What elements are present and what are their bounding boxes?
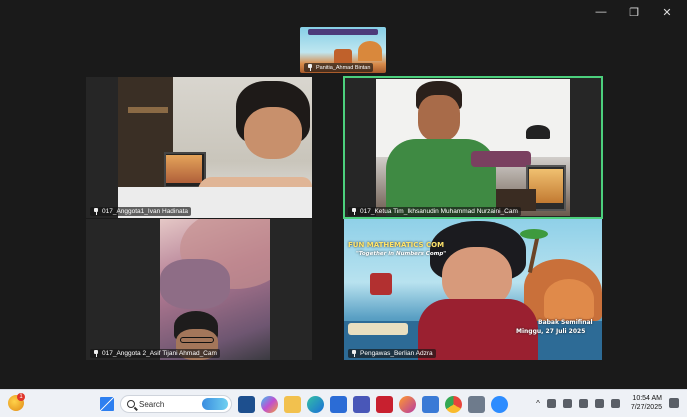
participant-name-tag: Pengawas_Berlian Adzra [348, 349, 436, 358]
participant-name-tag: 017_Ketua Tim_Ikhsanudin Muhammad Nurzai… [348, 207, 521, 216]
microsoft-store-icon[interactable] [330, 395, 347, 413]
pin-icon [351, 350, 357, 357]
copilot-icon[interactable] [261, 395, 278, 413]
taskbar-search-box[interactable]: Search [120, 395, 232, 413]
participant-tile-4[interactable]: FUN MATHEMATICS COM "Together in Numbers… [344, 219, 602, 360]
firefox-icon[interactable] [399, 395, 416, 413]
photos-icon[interactable] [422, 395, 439, 413]
taskbar-clock[interactable]: 10:54 AM 7/27/2025 [631, 394, 662, 412]
edge-icon[interactable] [307, 395, 324, 413]
poster-date: Minggu, 27 Juli 2025 [516, 328, 586, 335]
participant-tile-2-active-speaker[interactable]: 017_Ketua Tim_Ikhsanudin Muhammad Nurzai… [343, 76, 603, 219]
system-tray: ^ 10:54 AM 7/27/2025 [536, 394, 679, 412]
participant-name-tag: 017_Anggota1_Ivan Hadinata [90, 207, 192, 216]
network-icon[interactable] [546, 398, 556, 408]
microphone-icon[interactable] [562, 398, 572, 408]
screen-capture-icon[interactable] [468, 395, 485, 413]
poster-subtitle: "Together in Numbers Comp" [356, 251, 447, 257]
window-controls: — ❐ ✕ [595, 6, 673, 19]
restore-icon[interactable]: ❐ [628, 6, 640, 19]
pin-icon [351, 208, 357, 215]
participant-name-tag: Panitia_Ahmad Bintan [304, 63, 374, 72]
participant-video [160, 219, 270, 360]
self-view-tile[interactable]: Panitia_Ahmad Bintan [300, 27, 386, 73]
participant-tile-3[interactable]: 017_Anggota 2_Asif Tijani Ahmad_Cam [86, 219, 312, 360]
notification-badge: 1 [17, 393, 25, 401]
mcafee-icon[interactable] [376, 395, 393, 413]
chrome-icon[interactable] [445, 395, 462, 413]
participant-video [376, 79, 570, 216]
battery-icon[interactable] [578, 398, 588, 408]
wifi-icon[interactable] [594, 398, 604, 408]
volume-icon[interactable] [610, 398, 620, 408]
windows-taskbar: 1 Search ^ 10:54 AM 7/27/2025 [0, 389, 687, 417]
close-icon[interactable]: ✕ [661, 6, 673, 19]
pin-icon [93, 350, 99, 357]
taskbar-apps: Search [100, 395, 508, 413]
widgets-icon[interactable] [238, 395, 255, 413]
search-highlight-icon [202, 398, 228, 410]
zoom-meeting-window: — ❐ ✕ Panitia_Ahmad Bintan 017_Anggota1_… [0, 0, 687, 389]
poster-stage: Babak Semifinal [538, 319, 593, 326]
file-explorer-icon[interactable] [284, 395, 301, 413]
pin-icon [307, 64, 313, 71]
participant-video [118, 77, 312, 218]
chevron-up-icon[interactable]: ^ [536, 399, 540, 408]
pin-icon [93, 208, 99, 215]
participant-video-virtual-background: FUN MATHEMATICS COM "Together in Numbers… [344, 219, 602, 360]
zoom-icon[interactable] [491, 395, 508, 413]
teams-icon[interactable] [353, 395, 370, 413]
search-icon [127, 400, 135, 408]
participant-name-tag: 017_Anggota 2_Asif Tijani Ahmad_Cam [90, 349, 220, 358]
participant-tile-1[interactable]: 017_Anggota1_Ivan Hadinata [86, 77, 312, 218]
poster-title: FUN MATHEMATICS COM [348, 241, 445, 249]
notification-bell-icon[interactable] [669, 398, 679, 408]
minimize-icon[interactable]: — [595, 6, 607, 19]
windows-start-icon[interactable] [100, 397, 114, 411]
